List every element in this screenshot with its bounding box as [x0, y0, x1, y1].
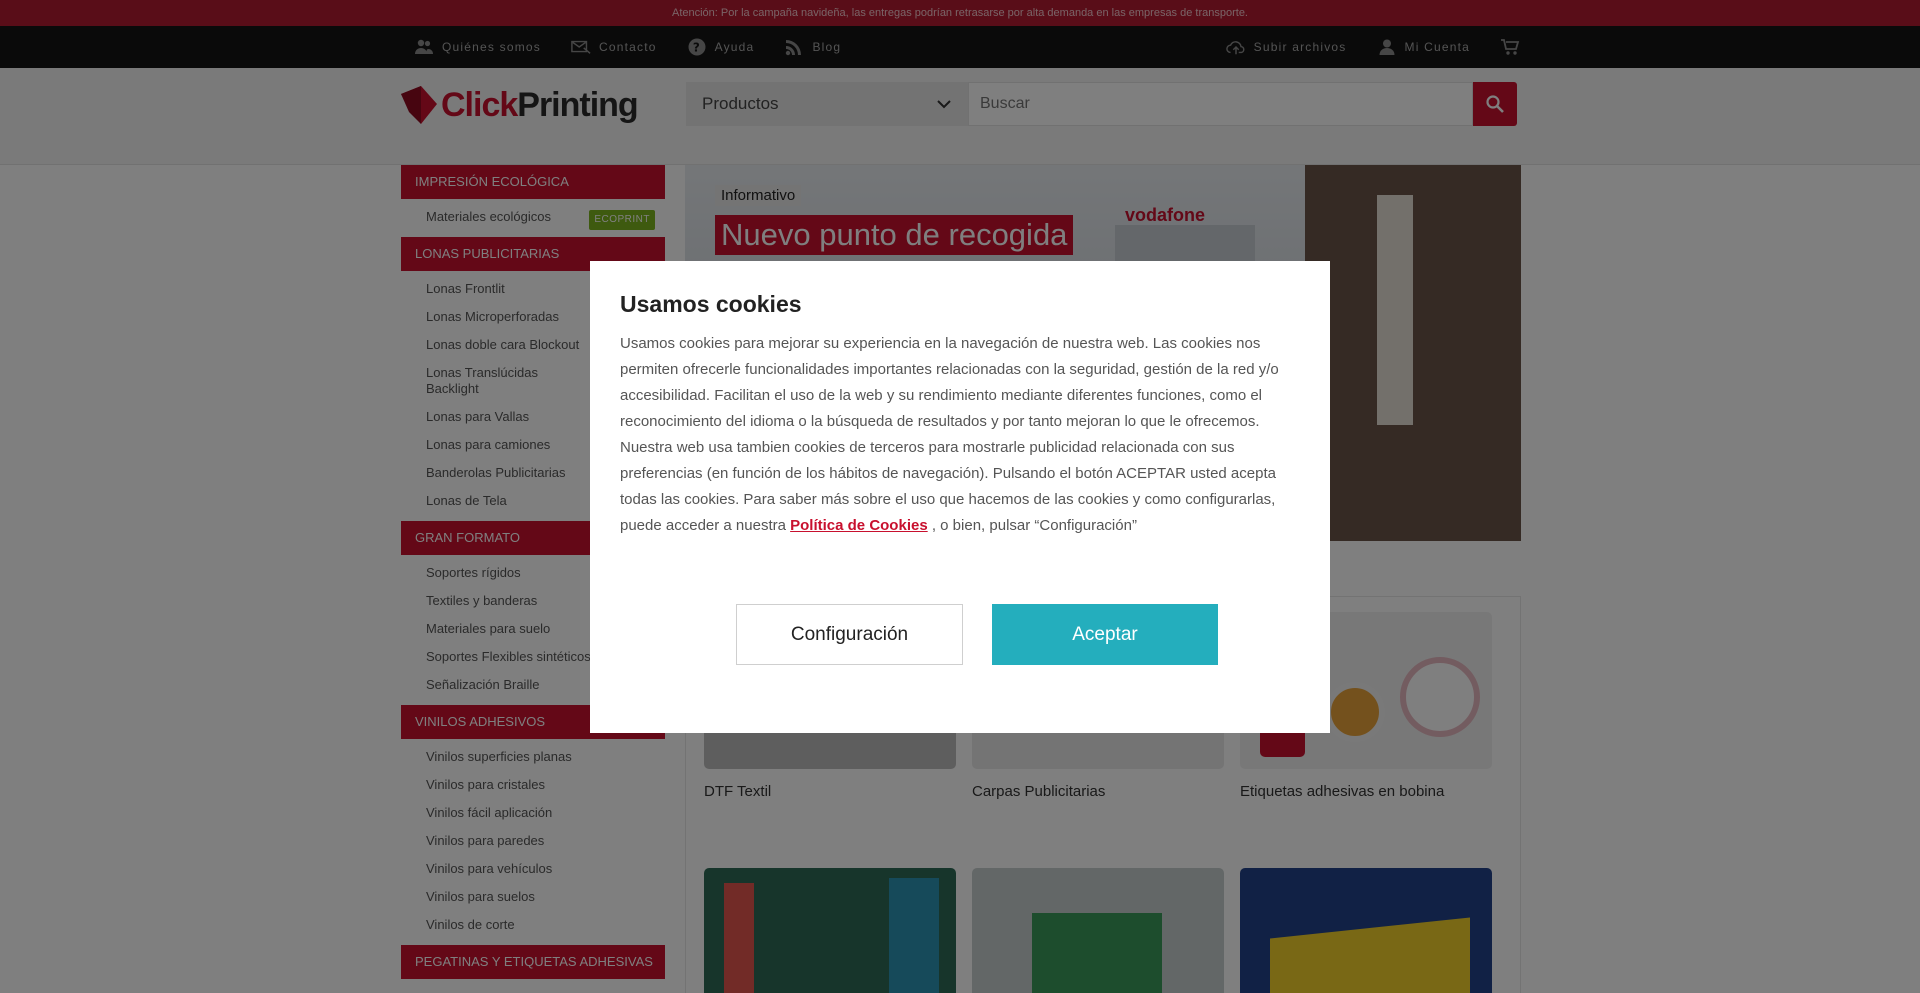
- cookie-modal-title: Usamos cookies: [620, 291, 802, 317]
- cookie-modal-buttons: Configuración Aceptar: [736, 604, 1218, 665]
- cookie-modal-text: Usamos cookies para mejorar su experienc…: [620, 335, 1279, 534]
- config-button[interactable]: Configuración: [736, 604, 963, 665]
- accept-button[interactable]: Aceptar: [992, 604, 1218, 665]
- cookie-modal: Usamos cookies Usamos cookies para mejor…: [590, 261, 1330, 733]
- cookie-policy-link[interactable]: Política de Cookies: [790, 517, 928, 534]
